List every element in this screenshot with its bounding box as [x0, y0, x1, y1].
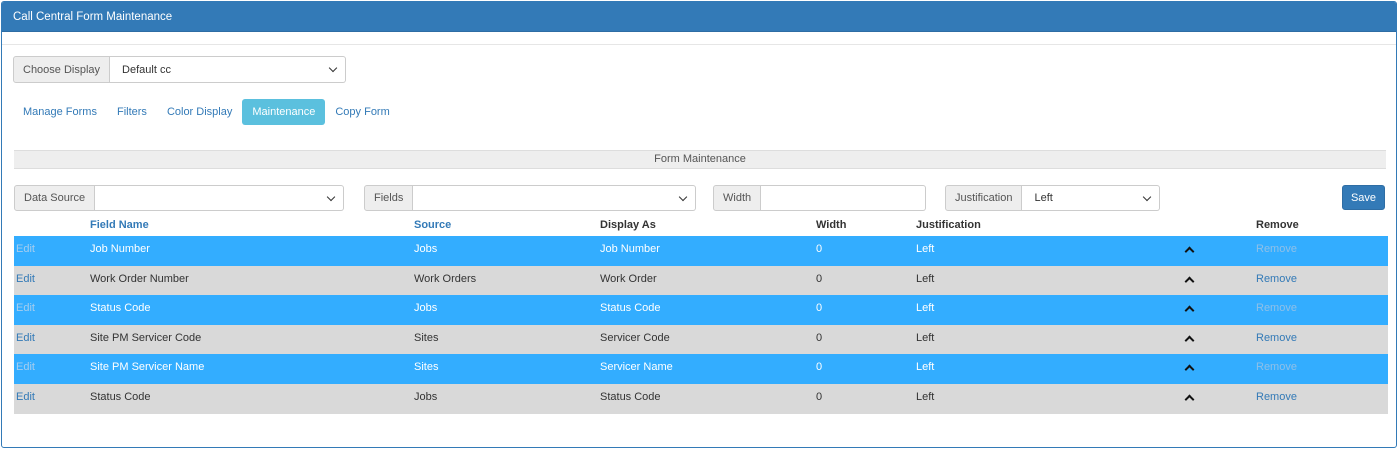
chevron-down-icon [1143, 192, 1152, 201]
column-remove: Remove [1256, 219, 1299, 231]
source-cell: Work Orders [414, 272, 477, 285]
remove-link[interactable]: Remove [1256, 302, 1297, 314]
tab-copy-form[interactable]: Copy Form [325, 99, 399, 125]
edit-link[interactable]: Edit [16, 273, 35, 285]
choose-display-group: Choose Display Default cc [13, 56, 347, 83]
column-source[interactable]: Source [414, 219, 451, 231]
width-cell: 0 [816, 272, 823, 285]
justification-cell: Left [916, 390, 935, 403]
field-name-cell: Work Order Number [90, 272, 189, 285]
table-header: Field Name Source Display As Width Justi… [14, 216, 1388, 236]
divider [2, 44, 1396, 45]
width-cell: 0 [816, 243, 823, 255]
chevron-down-icon [328, 63, 338, 73]
display-as-cell: Servicer Code [600, 331, 670, 344]
remove-link[interactable]: Remove [1256, 332, 1297, 344]
table-row: Edit Work Order Number Work Orders Work … [14, 265, 1388, 296]
chevron-up-icon[interactable] [1184, 305, 1195, 316]
chevron-up-icon[interactable] [1184, 394, 1195, 405]
save-button[interactable]: Save [1342, 185, 1385, 210]
display-as-cell: Status Code [600, 390, 661, 403]
remove-link[interactable]: Remove [1256, 273, 1297, 285]
justification-value: Left [1034, 192, 1053, 204]
chevron-up-icon[interactable] [1184, 246, 1195, 257]
source-cell: Sites [414, 361, 439, 374]
fields-select[interactable] [413, 185, 697, 211]
edit-link[interactable]: Edit [16, 332, 35, 344]
table-row: Edit Status Code Jobs Status Code 0 Left… [14, 383, 1388, 414]
data-source-select[interactable] [95, 185, 345, 211]
fields-group: Fields [364, 185, 697, 211]
remove-link[interactable]: Remove [1256, 243, 1297, 255]
field-name-cell: Site PM Servicer Name [90, 361, 205, 374]
source-cell: Sites [414, 331, 439, 344]
table-row: Edit Status Code Jobs Status Code 0 Left… [14, 295, 1388, 325]
edit-link[interactable]: Edit [16, 302, 35, 314]
justification-select[interactable]: Left [1022, 185, 1161, 211]
column-justification: Justification [916, 219, 981, 231]
edit-link[interactable]: Edit [16, 391, 35, 403]
justification-cell: Left [916, 302, 935, 315]
justification-cell: Left [916, 331, 935, 344]
width-label: Width [713, 185, 762, 211]
justification-cell: Left [916, 243, 935, 255]
form-maintenance-panel: Call Central Form Maintenance Choose Dis… [1, 1, 1397, 448]
column-width: Width [816, 219, 847, 231]
display-as-cell: Work Order [600, 272, 657, 285]
choose-display-value: Default cc [122, 63, 171, 76]
field-name-cell: Status Code [90, 390, 151, 403]
tab-manage-forms[interactable]: Manage Forms [13, 99, 107, 125]
source-cell: Jobs [414, 390, 438, 403]
chevron-up-icon[interactable] [1184, 364, 1195, 375]
width-cell: 0 [816, 390, 823, 403]
source-cell: Jobs [414, 302, 438, 315]
width-cell: 0 [816, 331, 823, 344]
column-display-as: Display As [600, 219, 656, 231]
width-cell: 0 [816, 361, 823, 374]
panel-title: Call Central Form Maintenance [2, 2, 1396, 32]
justification-label: Justification [945, 185, 1023, 211]
justification-cell: Left [916, 272, 935, 285]
chevron-down-icon [679, 192, 688, 201]
data-source-group: Data Source [14, 185, 345, 211]
display-as-cell: Status Code [600, 302, 661, 315]
tab-color-display[interactable]: Color Display [157, 99, 242, 125]
table-row: Edit Site PM Servicer Code Sites Service… [14, 324, 1388, 355]
chevron-up-icon[interactable] [1184, 276, 1195, 287]
choose-display-select[interactable]: Default cc [110, 56, 347, 83]
field-name-cell: Status Code [90, 302, 151, 315]
width-group: Width [713, 185, 927, 211]
remove-link[interactable]: Remove [1256, 391, 1297, 403]
column-field-name[interactable]: Field Name [90, 219, 149, 231]
table-row: Edit Job Number Jobs Job Number 0 Left R… [14, 236, 1388, 266]
tab-maintenance[interactable]: Maintenance [242, 99, 326, 125]
source-cell: Jobs [414, 243, 438, 255]
remove-link[interactable]: Remove [1256, 361, 1297, 373]
choose-display-label: Choose Display [13, 56, 111, 83]
data-source-label: Data Source [14, 185, 96, 211]
field-table: Edit Job Number Jobs Job Number 0 Left R… [14, 236, 1388, 414]
nav-tabs: Manage Forms Filters Color Display Maint… [13, 99, 400, 125]
justification-group: Justification Left [945, 185, 1161, 211]
justification-cell: Left [916, 361, 935, 374]
table-row: Edit Site PM Servicer Name Sites Service… [14, 354, 1388, 384]
section-title: Form Maintenance [14, 150, 1386, 169]
display-as-cell: Servicer Name [600, 361, 673, 374]
field-name-cell: Site PM Servicer Code [90, 331, 202, 344]
field-name-cell: Job Number [90, 243, 150, 255]
edit-link[interactable]: Edit [16, 243, 35, 255]
display-as-cell: Job Number [600, 243, 660, 255]
edit-link[interactable]: Edit [16, 361, 35, 373]
chevron-down-icon [326, 192, 336, 201]
tab-filters[interactable]: Filters [107, 99, 157, 125]
width-input[interactable] [761, 185, 927, 211]
chevron-up-icon[interactable] [1184, 335, 1195, 346]
fields-label: Fields [364, 185, 414, 211]
width-cell: 0 [816, 302, 823, 315]
